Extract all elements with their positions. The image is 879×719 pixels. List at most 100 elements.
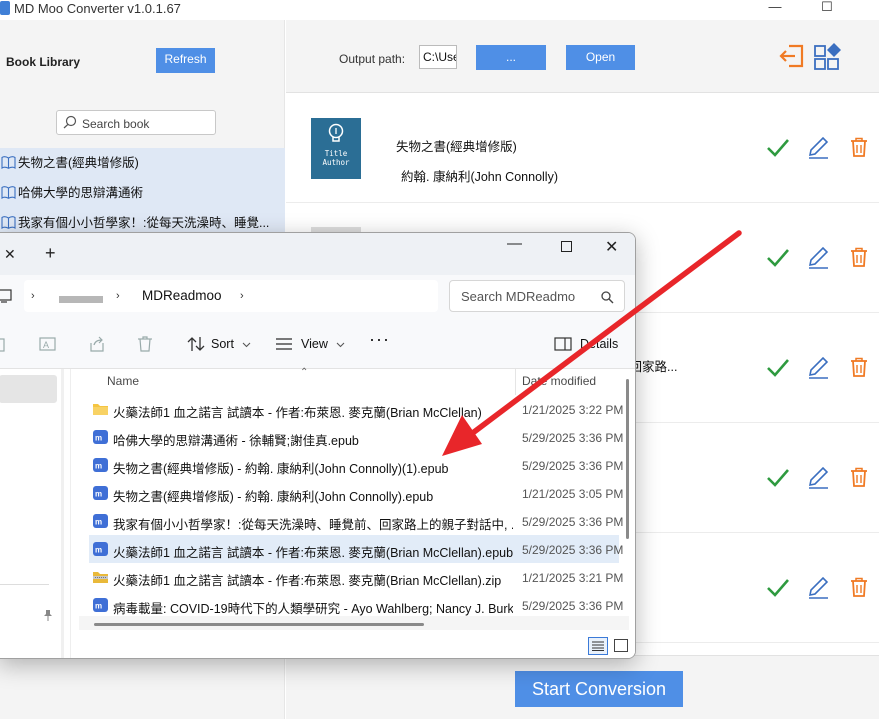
book-list-item[interactable]: 失物之書(經典增修版)	[0, 148, 285, 178]
output-toolbar: Output path: C:\Users ... Open	[286, 20, 879, 93]
edit-pencil-icon[interactable]	[806, 575, 830, 599]
file-explorer-window: ✕ + — ✕ › › MDReadmoo › Search MDReadmo …	[0, 232, 636, 659]
column-header-date[interactable]: Date modified	[522, 374, 596, 388]
view-label: View	[301, 337, 328, 351]
file-date: 1/21/2025 3:22 PM	[522, 403, 624, 417]
check-icon[interactable]	[766, 137, 790, 159]
file-date: 1/21/2025 3:05 PM	[522, 487, 624, 501]
epub-file-icon: m	[93, 598, 108, 612]
edit-pencil-icon[interactable]	[806, 355, 830, 379]
sort-button[interactable]: Sort	[187, 335, 251, 355]
horizontal-scrollbar[interactable]	[94, 623, 424, 626]
tab-close-button[interactable]: ✕	[4, 246, 16, 263]
book-list-item[interactable]: 哈佛大學的思辯溝通術	[0, 178, 285, 208]
file-row[interactable]: m 我家有個小小哲學家！:從每天洗澡時、睡覺前、回家路上的親子對話中, ... …	[89, 507, 623, 535]
epub-file-icon: m	[93, 458, 108, 472]
file-name: 病毒載量: COVID-19時代下的人類學研究 - Ayo Wahlberg; …	[113, 602, 513, 616]
svg-text:A: A	[43, 340, 49, 350]
file-date: 5/29/2025 3:36 PM	[522, 543, 624, 557]
pin-icon[interactable]	[43, 609, 53, 621]
book-cover: Title Author	[311, 118, 361, 179]
explorer-maximize-button[interactable]	[561, 241, 572, 252]
rename-icon[interactable]: A	[39, 335, 57, 353]
explorer-close-button[interactable]: ✕	[605, 237, 618, 257]
explorer-search-placeholder: Search MDReadmo	[461, 289, 576, 304]
edit-pencil-icon[interactable]	[806, 245, 830, 269]
navigation-pane	[0, 369, 71, 658]
check-icon[interactable]	[766, 467, 790, 489]
delete-icon[interactable]	[136, 335, 154, 353]
details-pane-button[interactable]: Details	[554, 335, 618, 355]
open-book-icon	[1, 186, 16, 199]
search-icon	[601, 291, 614, 304]
output-path-label: Output path:	[339, 52, 406, 66]
book-list-item-label: 失物之書(經典增修版)	[18, 156, 139, 170]
svg-text:m: m	[95, 546, 102, 555]
search-icon	[63, 115, 77, 129]
file-row[interactable]: 火藥法師1 血之諾言 試讀本 - 作者:布萊恩. 麥克蘭(Brian McCle…	[89, 563, 623, 591]
refresh-button[interactable]: Refresh	[156, 48, 215, 73]
file-date: 1/21/2025 3:21 PM	[522, 571, 624, 585]
share-icon[interactable]	[88, 335, 106, 353]
maximize-button[interactable]: ☐	[804, 0, 850, 20]
exit-icon[interactable]	[778, 42, 806, 70]
details-pane-icon	[554, 337, 572, 351]
more-options-button[interactable]: ···	[369, 329, 390, 350]
nav-scrollbar[interactable]	[61, 369, 64, 658]
bottom-bar: Start Conversion	[286, 655, 879, 719]
trash-icon[interactable]	[850, 357, 868, 377]
details-view-button[interactable]	[588, 637, 608, 655]
file-name: 火藥法師1 血之諾言 試讀本 - 作者:布萊恩. 麥克蘭(Brian McCle…	[113, 406, 482, 420]
trash-icon[interactable]	[850, 137, 868, 157]
book-title: 失物之書(經典增修版)	[396, 140, 517, 154]
file-date: 5/29/2025 3:36 PM	[522, 459, 624, 473]
minimize-button[interactable]: —	[752, 0, 798, 20]
output-path-input[interactable]: C:\Users	[419, 45, 457, 69]
file-row[interactable]: 火藥法師1 血之諾言 試讀本 - 作者:布萊恩. 麥克蘭(Brian McCle…	[89, 395, 623, 423]
search-book-input[interactable]: Search book	[56, 110, 216, 135]
explorer-search-input[interactable]: Search MDReadmo	[449, 280, 625, 312]
file-date: 5/29/2025 3:36 PM	[522, 515, 624, 529]
browse-button[interactable]: ...	[476, 45, 546, 70]
app-title: MD Moo Converter v1.0.1.67	[14, 1, 181, 16]
trash-icon[interactable]	[850, 247, 868, 267]
epub-file-icon: m	[93, 514, 108, 528]
check-icon[interactable]	[766, 357, 790, 379]
check-icon[interactable]	[766, 247, 790, 269]
trash-icon[interactable]	[850, 577, 868, 597]
check-icon[interactable]	[766, 577, 790, 599]
column-header-name[interactable]: Name	[107, 374, 139, 388]
lightbulb-icon	[328, 123, 344, 142]
view-button[interactable]: View	[275, 335, 345, 355]
new-tab-button[interactable]: +	[45, 243, 56, 264]
sort-caret-icon: ⌃	[300, 367, 309, 378]
app-title-bar: MD Moo Converter v1.0.1.67 — ☐	[0, 0, 879, 20]
breadcrumb-current-folder[interactable]: MDReadmoo	[142, 288, 222, 303]
file-row[interactable]: m 失物之書(經典增修版) - 約翰. 康納利(John Connolly)(1…	[89, 451, 623, 479]
tiles-view-button[interactable]	[614, 639, 628, 652]
open-book-icon	[1, 216, 16, 229]
sort-label: Sort	[211, 337, 234, 351]
edit-pencil-icon[interactable]	[806, 465, 830, 489]
epub-file-icon: m	[93, 486, 108, 500]
file-row[interactable]: m 失物之書(經典增修版) - 約翰. 康納利(John Connolly).e…	[89, 479, 623, 507]
copy-icon[interactable]	[0, 335, 17, 353]
details-label: Details	[580, 337, 619, 351]
vertical-scrollbar[interactable]	[626, 379, 629, 539]
chevron-down-icon	[243, 342, 251, 348]
nav-item-selected[interactable]	[0, 375, 57, 403]
chevron-down-icon	[336, 342, 345, 348]
list-view-icon	[276, 338, 292, 350]
column-divider[interactable]	[515, 369, 516, 395]
address-bar[interactable]: › › MDReadmoo ›	[24, 280, 438, 312]
edit-pencil-icon[interactable]	[806, 135, 830, 159]
svg-text:m: m	[95, 434, 102, 443]
trash-icon[interactable]	[850, 467, 868, 487]
file-row-selected[interactable]: m 火藥法師1 血之諾言 試讀本 - 作者:布萊恩. 麥克蘭(Brian McC…	[89, 535, 623, 563]
file-row[interactable]: m 病毒載量: COVID-19時代下的人類學研究 - Ayo Wahlberg…	[89, 591, 623, 619]
start-conversion-button[interactable]: Start Conversion	[515, 671, 683, 707]
apps-grid-icon[interactable]	[813, 42, 843, 72]
explorer-minimize-button[interactable]: —	[507, 235, 522, 252]
open-button[interactable]: Open	[566, 45, 635, 70]
file-row[interactable]: m 哈佛大學的思辯溝通術 - 徐輔賢;謝佳真.epub 5/29/2025 3:…	[89, 423, 623, 451]
